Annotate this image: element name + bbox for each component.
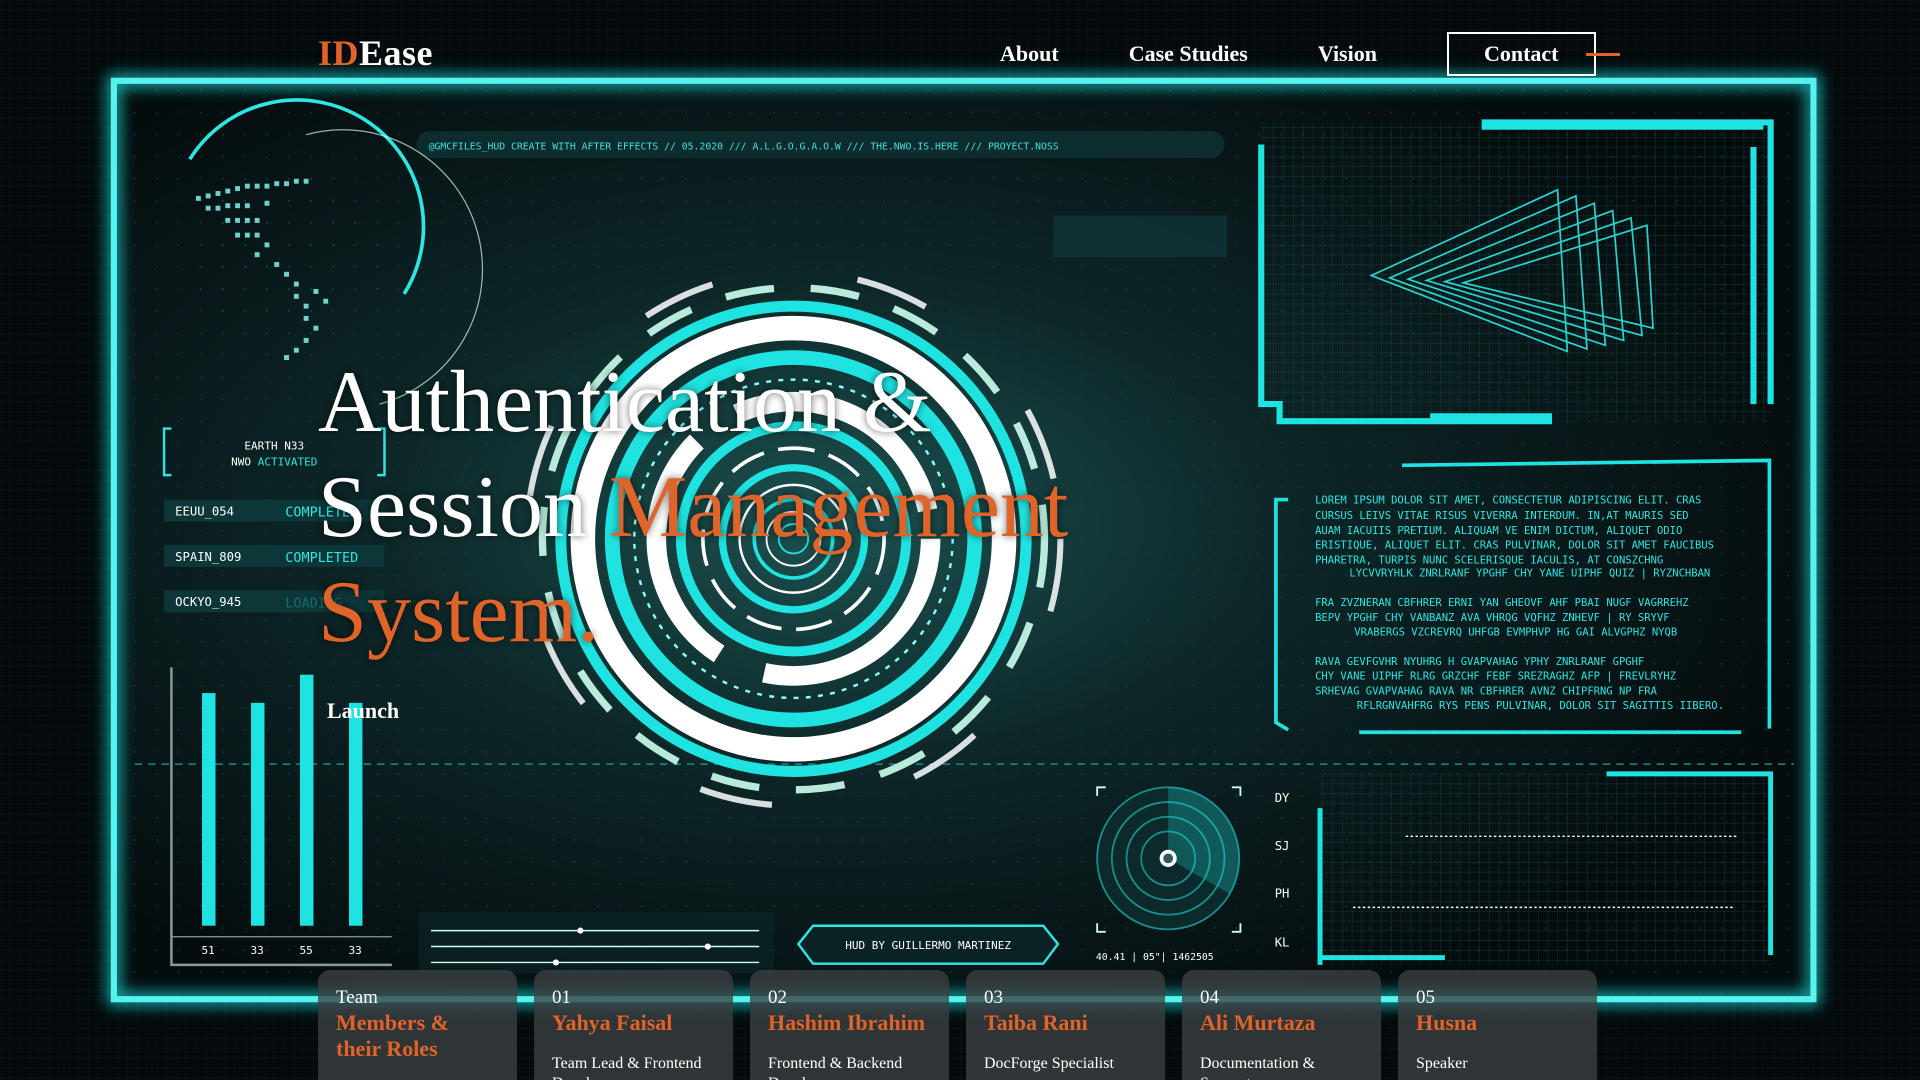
team-member-card[interactable]: 01 Yahya Faisal Team Lead & Frontend Dev… — [534, 970, 733, 1080]
svg-text:OCKYO_945: OCKYO_945 — [175, 595, 241, 609]
svg-text:51: 51 — [202, 944, 215, 957]
svg-text:RAVA GEVFGVHR NYUHRG H GVAPVAH: RAVA GEVFGVHR NYUHRG H GVAPVAHAG YPHY ZN… — [1315, 656, 1644, 668]
card-number: Team — [336, 987, 378, 1008]
member-name: Hashim Ibrahim — [768, 1010, 926, 1035]
member-name: Ali Murtaza — [1200, 1010, 1316, 1035]
team-header-card: Team Members & their Roles — [318, 970, 517, 1080]
svg-text:PHARETRA, TURPIS NUNC SCELERIS: PHARETRA, TURPIS NUNC SCELERISQUE IACULI… — [1315, 554, 1663, 566]
team-member-card[interactable]: 05 Husna Speaker — [1398, 970, 1597, 1080]
svg-text:@GMCFILES_HUD CREATE WITH AFTE: @GMCFILES_HUD CREATE WITH AFTER EFFECTS … — [429, 141, 1059, 152]
svg-text:SPAIN_809: SPAIN_809 — [175, 550, 241, 564]
svg-text:SRHEVAG GVAPVAHAG RAVA NR CBFH: SRHEVAG GVAPVAHAG RAVA NR CBFHRER AVNZ C… — [1315, 685, 1658, 697]
hero-title: Authentication & Session Management Syst… — [318, 350, 1218, 665]
svg-text:NWO ACTIVATED: NWO ACTIVATED — [231, 455, 317, 468]
member-role: Frontend & Backend Developer — [768, 1055, 903, 1080]
svg-text:LOREM IPSUM DOLOR SIT AMET, CO: LOREM IPSUM DOLOR SIT AMET, CONSECTETUR … — [1315, 494, 1701, 506]
logo-accent: ID — [318, 33, 360, 73]
nav-about[interactable]: About — [1000, 32, 1059, 76]
svg-text:AUAM IACUIIS PRETIUM. ALIQUAM: AUAM IACUIIS PRETIUM. ALIQUAM VE ENIM DI… — [1315, 525, 1682, 537]
svg-text:33: 33 — [251, 944, 264, 957]
top-nav: IDEase About Case Studies Vision Contact — [0, 0, 1920, 110]
svg-text:EEUU_054: EEUU_054 — [175, 505, 234, 519]
member-role: DocForge Specialist — [984, 1055, 1114, 1072]
svg-text:33: 33 — [348, 944, 361, 957]
svg-text:LYCVVRYHLK ZNRLRANF YPGHF CHY: LYCVVRYHLK ZNRLRANF YPGHF CHY YANE UIPHF… — [1349, 568, 1710, 580]
svg-text:ERISTIQUE, ALIQUET ELIT. CRAS: ERISTIQUE, ALIQUET ELIT. CRAS PULVINAR, … — [1315, 540, 1714, 552]
nav-vision[interactable]: Vision — [1318, 32, 1377, 76]
logo-rest: Ease — [359, 33, 434, 73]
team-member-card[interactable]: 04 Ali Murtaza Documentation & Support — [1182, 970, 1381, 1080]
nav-links: About Case Studies Vision Contact — [1000, 32, 1596, 76]
svg-text:SJ: SJ — [1275, 839, 1290, 853]
contact-accent-dash — [1586, 53, 1620, 56]
hero-title-line3: System. — [318, 564, 600, 661]
svg-text:RFLRGNVAHFRG RYS PENS PULVINAR: RFLRGNVAHFRG RYS PENS PULVINAR, DOLOR SI… — [1357, 700, 1724, 712]
member-name: Yahya Faisal — [552, 1010, 673, 1035]
svg-text:CURSUS LEIVS VITAE RISUS VIVER: CURSUS LEIVS VITAE RISUS VIVERRA INTERDU… — [1315, 510, 1689, 522]
member-name: Taiba Rani — [984, 1010, 1088, 1035]
svg-text:55: 55 — [299, 944, 312, 957]
svg-text:HUD BY GUILLERMO MARTINEZ: HUD BY GUILLERMO MARTINEZ — [845, 939, 1011, 952]
svg-text:VRABERGS VZCREVRQ UHFGB EVMPHV: VRABERGS VZCREVRQ UHFGB EVMPHVP HG GAI A… — [1354, 627, 1677, 639]
svg-text:EARTH N33: EARTH N33 — [244, 439, 304, 452]
card-number: 03 — [984, 987, 1003, 1008]
card-number: 04 — [1200, 987, 1219, 1008]
svg-text:BEPV YPGHF CHY VANBANZ AVA VHR: BEPV YPGHF CHY VANBANZ AVA VHRQG VQFHZ Z… — [1315, 612, 1670, 624]
team-member-card[interactable]: 02 Hashim Ibrahim Frontend & Backend Dev… — [750, 970, 949, 1080]
card-number: 02 — [768, 987, 787, 1008]
member-name: Husna — [1416, 1010, 1478, 1035]
hero-title-line2: Session — [318, 459, 609, 556]
svg-text:FRA ZVZNERAN CBFHRER ERNI YAN: FRA ZVZNERAN CBFHRER ERNI YAN GHEOVF AHF… — [1315, 597, 1689, 609]
svg-text:CHY VANE UIPHF RLRG GRZCHF FEB: CHY VANE UIPHF RLRG GRZCHF FEBF SREZRAGH… — [1315, 671, 1676, 683]
svg-text:PH: PH — [1275, 887, 1290, 901]
member-role: Documentation & Support — [1200, 1055, 1316, 1080]
member-role: Team Lead & Frontend Developer — [552, 1055, 702, 1080]
svg-text:KL: KL — [1275, 936, 1290, 950]
card-number: 01 — [552, 987, 571, 1008]
logo[interactable]: IDEase — [318, 32, 433, 74]
member-role: Speaker — [1416, 1055, 1468, 1072]
card-title: Members & their Roles — [336, 1010, 450, 1061]
contact-button[interactable]: Contact — [1446, 32, 1596, 76]
nav-case-studies[interactable]: Case Studies — [1129, 32, 1248, 76]
svg-text:40.41 | 05"| 1462505: 40.41 | 05"| 1462505 — [1096, 952, 1214, 963]
svg-text:DY: DY — [1275, 791, 1290, 805]
team-cards: Team Members & their Roles 01 Yahya Fais… — [318, 970, 1597, 1080]
card-number: 05 — [1416, 987, 1435, 1008]
hero-title-accent: Management — [608, 459, 1069, 556]
hero-title-line1: Authentication & — [318, 354, 932, 451]
launch-button[interactable]: Launch — [327, 698, 399, 724]
team-member-card[interactable]: 03 Taiba Rani DocForge Specialist — [966, 970, 1165, 1080]
